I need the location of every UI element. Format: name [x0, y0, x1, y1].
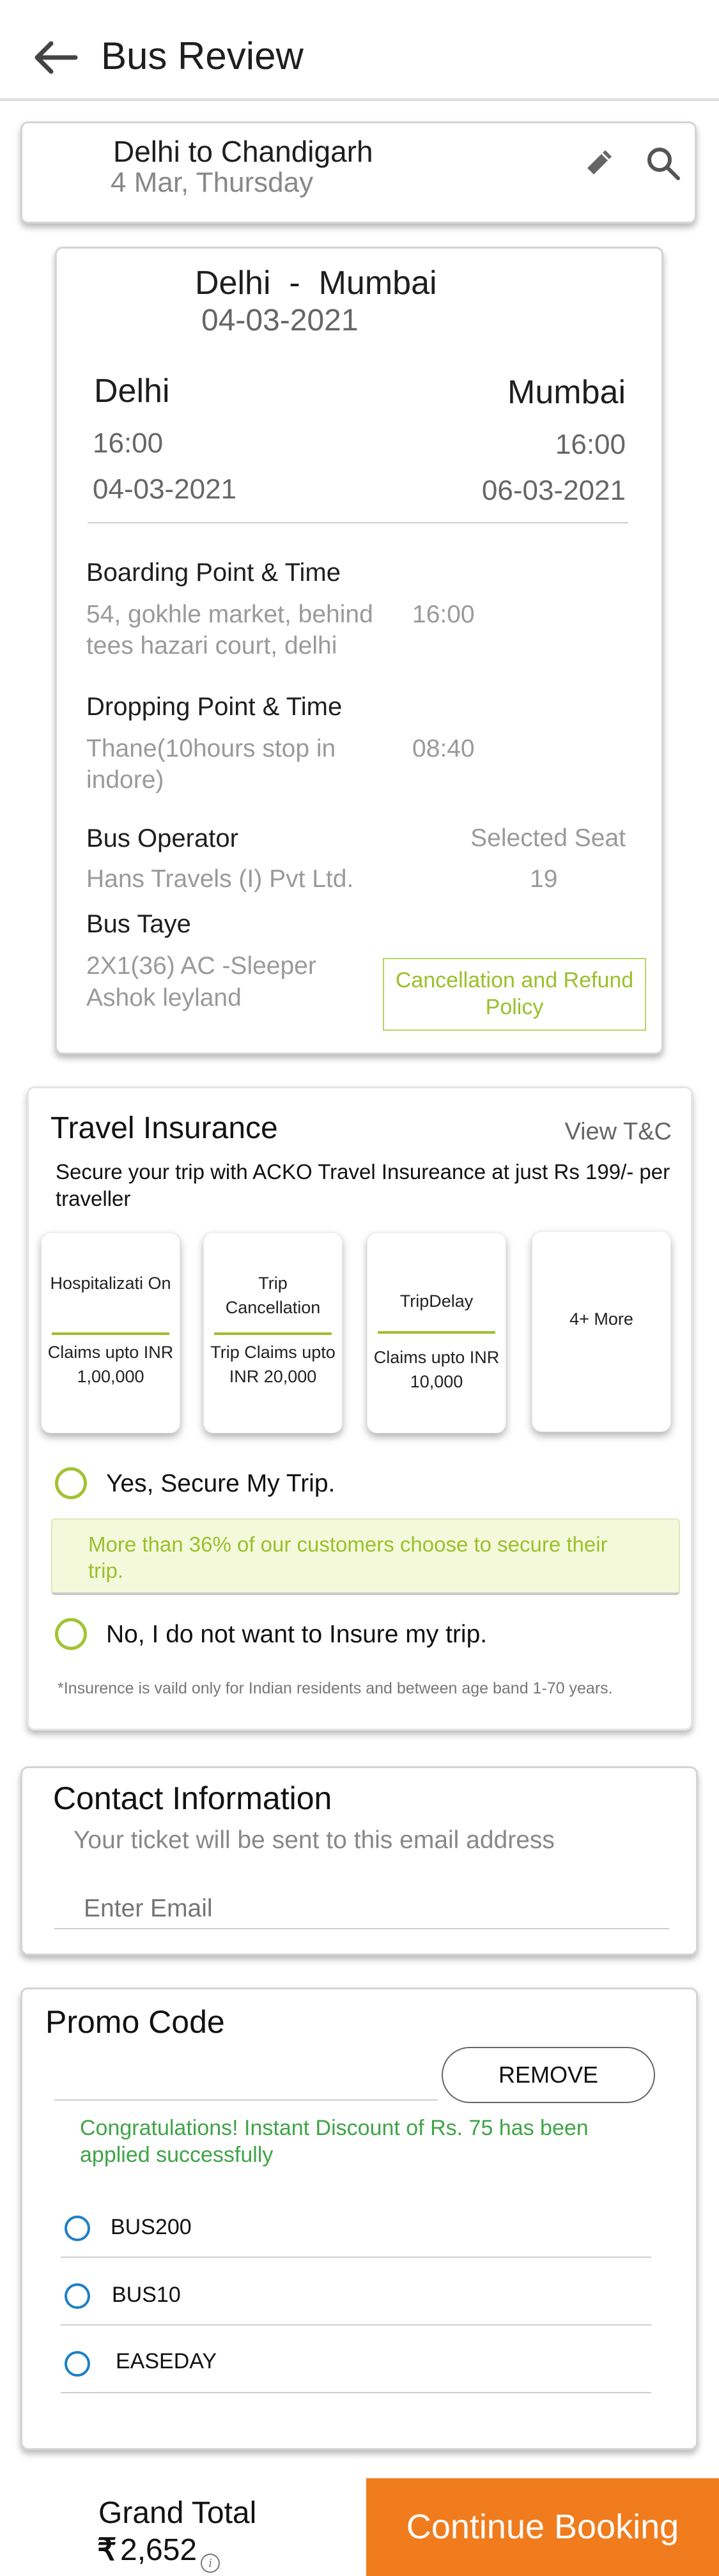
contact-subtitle: Your ticket will be sent to this email a… [73, 1826, 555, 1854]
remove-promo-button[interactable]: REMOVE [442, 2047, 655, 2103]
promo-divider [61, 2256, 651, 2258]
continue-booking-button[interactable]: Continue Booking [366, 2478, 719, 2576]
tile-name: 4+ More [569, 1309, 633, 1329]
trip-details-card: Delhi - Mumbai 04-03-2021 Delhi Mumbai 1… [55, 247, 663, 1054]
contact-info-card: Contact Information Your ticket will be … [20, 1766, 698, 1955]
route-date: 04-03-2021 [201, 304, 359, 337]
insurance-no-radio[interactable] [55, 1618, 87, 1650]
promo-code-label[interactable]: EASEDAY [116, 2347, 217, 2375]
arrival-time: 16:00 [555, 429, 626, 460]
departure-date: 04-03-2021 [93, 474, 237, 505]
search-date: 4 Mar, Thursday [111, 167, 314, 198]
promo-divider [61, 2392, 651, 2393]
promo-radio[interactable] [65, 2216, 90, 2241]
view-tnc-link[interactable]: View T&C [564, 1116, 672, 1147]
tile-divider [214, 1332, 332, 1335]
tile-name: TripDelay [399, 1292, 474, 1311]
tile-claim: Claims upto INR 1,00,000 [47, 1343, 174, 1386]
departure-time: 16:00 [93, 428, 164, 459]
insurance-tile-trip-cancellation[interactable]: Trip Cancellation Trip Claims upto INR 2… [203, 1232, 343, 1433]
email-input[interactable] [54, 1890, 669, 1929]
promo-code-label[interactable]: BUS200 [111, 2213, 192, 2241]
operator-label: Bus Operator [86, 824, 238, 852]
grand-total-value: 2,652 [120, 2533, 197, 2567]
boarding-label: Boarding Point & Time [86, 559, 341, 587]
promo-radio[interactable] [65, 2283, 90, 2309]
dropping-time: 08:40 [412, 735, 475, 762]
footer-bar: Grand Total ₹ 2,652 i Continue Booking [0, 2478, 719, 2576]
bustype-line1: 2X1(36) AC -Sleeper [86, 952, 316, 980]
tile-divider [52, 1332, 169, 1335]
back-arrow-icon[interactable] [31, 40, 79, 75]
insurance-title: Travel Insurance [50, 1111, 278, 1145]
tile-name: Hospitalizati On [50, 1274, 171, 1293]
cancellation-policy-button[interactable]: Cancellation and Refund Policy [383, 958, 646, 1031]
route-title: Delhi - Mumbai [195, 265, 437, 302]
search-icon[interactable] [645, 145, 682, 182]
search-summary-card[interactable]: Delhi to Chandigarh 4 Mar, Thursday [20, 121, 697, 224]
contact-title: Contact Information [53, 1780, 332, 1816]
boarding-time: 16:00 [412, 601, 475, 628]
insurance-tile-more[interactable]: 4+ More [532, 1231, 671, 1432]
insurance-tile-trip-delay[interactable]: TripDelay Claims upto INR 10,000 [367, 1232, 506, 1433]
insurance-yes-radio[interactable] [55, 1467, 87, 1499]
seat-label: Selected Seat [470, 824, 626, 852]
promo-success-message: Congratulations! Instant Discount of Rs.… [80, 2116, 589, 2167]
promo-code-field[interactable] [54, 2099, 438, 2101]
insurance-tile-hospitalization[interactable]: Hospitalizati On Claims upto INR 1,00,00… [41, 1232, 180, 1433]
dropping-label: Dropping Point & Time [86, 693, 343, 721]
insurance-description: Secure your trip with ACKO Travel Insure… [56, 1160, 670, 1210]
tile-claim: Trip Claims upto INR 20,000 [210, 1343, 336, 1386]
arrival-date: 06-03-2021 [481, 475, 626, 506]
search-route: Delhi to Chandigarh [113, 135, 373, 168]
dropping-address: Thane(10hours stop in indore) [86, 735, 336, 794]
bustype-line2: Ashok leyland [86, 984, 242, 1012]
promo-title: Promo Code [45, 2004, 225, 2040]
tile-name: Trip Cancellation [225, 1274, 321, 1317]
tile-claim: Claims upto INR 10,000 [373, 1348, 500, 1391]
promo-divider [61, 2324, 651, 2325]
info-icon[interactable]: i [201, 2554, 220, 2573]
insurance-yes-label[interactable]: Yes, Secure My Trip. [106, 1469, 335, 1499]
trip-divider [88, 522, 628, 523]
promo-code-label[interactable]: BUS10 [112, 2281, 181, 2309]
currency-symbol: ₹ [97, 2533, 117, 2567]
app-header: Bus Review [0, 0, 719, 101]
boarding-address: 54, gokhle market, behind tees hazari co… [86, 601, 373, 659]
grand-total-label: Grand Total [98, 2496, 257, 2530]
to-city: Mumbai [507, 374, 626, 411]
insurance-footnote: *Insurence is vaild only for Indian resi… [58, 1679, 613, 1697]
operator-value: Hans Travels (I) Pvt Ltd. [86, 865, 354, 893]
tile-divider [378, 1331, 495, 1334]
page-title: Bus Review [101, 35, 304, 77]
insurance-stat-banner: More than 36% of our customers choose to… [51, 1518, 680, 1595]
bustype-label: Bus Taye [86, 910, 191, 938]
insurance-no-label[interactable]: No, I do not want to Insure my trip. [106, 1619, 487, 1650]
promo-code-card: Promo Code REMOVE Congratulations! Insta… [20, 1987, 698, 2450]
seat-value: 19 [530, 865, 558, 893]
promo-radio[interactable] [65, 2351, 90, 2377]
from-city: Delhi [94, 373, 170, 410]
edit-pencil-icon[interactable] [582, 146, 614, 178]
